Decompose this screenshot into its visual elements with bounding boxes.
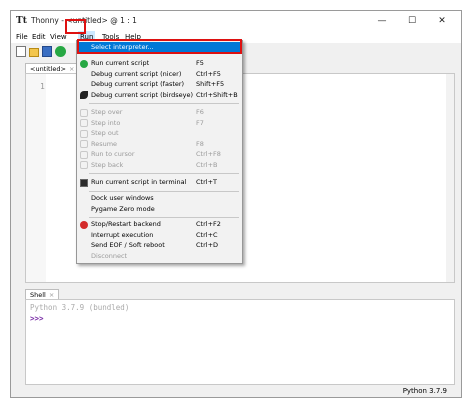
- line-number: 1: [40, 82, 45, 91]
- menu-item-step-back[interactable]: Step back Ctrl+B: [78, 160, 241, 171]
- menu-separator: [89, 191, 239, 192]
- status-bar: Python 3.7.9: [11, 385, 461, 397]
- menu-item-resume[interactable]: Resume F8: [78, 139, 241, 150]
- menu-file[interactable]: File: [14, 31, 30, 43]
- menu-separator: [89, 217, 239, 218]
- shell-banner: Python 3.7.9 (bundled): [30, 303, 130, 312]
- step-out-icon: [80, 129, 88, 138]
- menu-item-debug-birdseye[interactable]: Debug current script (birdseye) Ctrl+Shi…: [78, 90, 241, 101]
- terminal-icon: [80, 178, 88, 187]
- stop-icon: [80, 220, 88, 229]
- shell-tab-close-icon[interactable]: ×: [49, 291, 54, 299]
- run-icon: [80, 59, 88, 68]
- interpreter-status[interactable]: Python 3.7.9: [403, 387, 447, 395]
- menu-item-stop-restart-backend[interactable]: Stop/Restart backend Ctrl+F2: [78, 219, 241, 230]
- editor-scrollbar[interactable]: [446, 74, 454, 282]
- shell-tab-strip: Shell ×: [11, 287, 461, 300]
- thonny-logo-icon: Tt: [16, 16, 27, 26]
- new-file-icon[interactable]: [16, 46, 26, 57]
- menu-item-dock-user-windows[interactable]: Dock user windows: [78, 193, 241, 204]
- menu-item-run-in-terminal[interactable]: Run current script in terminal Ctrl+T: [78, 177, 241, 188]
- shell-panel[interactable]: Python 3.7.9 (bundled) >>>: [25, 299, 455, 385]
- menu-edit[interactable]: Edit: [30, 31, 48, 43]
- menu-separator: [89, 173, 239, 174]
- resume-icon: [80, 140, 88, 148]
- menu-item-debug-faster[interactable]: Debug current script (faster) Shift+F5: [78, 79, 241, 90]
- shell-prompt: >>>: [30, 314, 44, 323]
- run-menu-highlight-outline: [65, 19, 86, 34]
- menu-separator: [89, 103, 239, 104]
- tab-label: <untitled>: [30, 65, 66, 73]
- step-into-icon: [80, 119, 88, 127]
- tab-close-icon[interactable]: ×: [69, 65, 74, 73]
- maximize-button[interactable]: ☐: [397, 11, 427, 31]
- step-back-icon: [80, 161, 88, 169]
- select-interpreter-highlight-outline: [77, 39, 242, 54]
- menu-item-run-current-script[interactable]: Run current script F5: [78, 58, 241, 69]
- minimize-button[interactable]: —: [367, 11, 397, 31]
- menu-item-interrupt-execution[interactable]: Interrupt execution Ctrl+C: [78, 230, 241, 241]
- birdseye-icon: [80, 91, 88, 99]
- close-window-button[interactable]: ✕: [427, 11, 457, 31]
- menu-item-run-to-cursor[interactable]: Run to cursor Ctrl+F8: [78, 149, 241, 160]
- run-to-cursor-icon: [80, 150, 88, 159]
- line-number-gutter: [26, 74, 46, 282]
- open-file-icon[interactable]: [29, 48, 39, 57]
- menu-item-step-out[interactable]: Step out: [78, 128, 241, 139]
- save-icon[interactable]: [42, 46, 52, 57]
- menu-item-debug-nicer[interactable]: Debug current script (nicer) Ctrl+F5: [78, 69, 241, 80]
- menu-item-step-over[interactable]: Step over F6: [78, 107, 241, 118]
- run-menu-dropdown: Select interpreter... Run current script…: [76, 40, 243, 264]
- menu-item-send-eof[interactable]: Send EOF / Soft reboot Ctrl+D: [78, 240, 241, 251]
- shell-tab-label: Shell: [30, 291, 46, 299]
- menu-item-pygame-zero-mode[interactable]: Pygame Zero mode: [78, 204, 241, 215]
- menu-item-step-into[interactable]: Step into F7: [78, 118, 241, 129]
- menu-item-disconnect[interactable]: Disconnect: [78, 251, 241, 262]
- step-over-icon: [80, 108, 88, 117]
- run-icon[interactable]: [55, 46, 66, 57]
